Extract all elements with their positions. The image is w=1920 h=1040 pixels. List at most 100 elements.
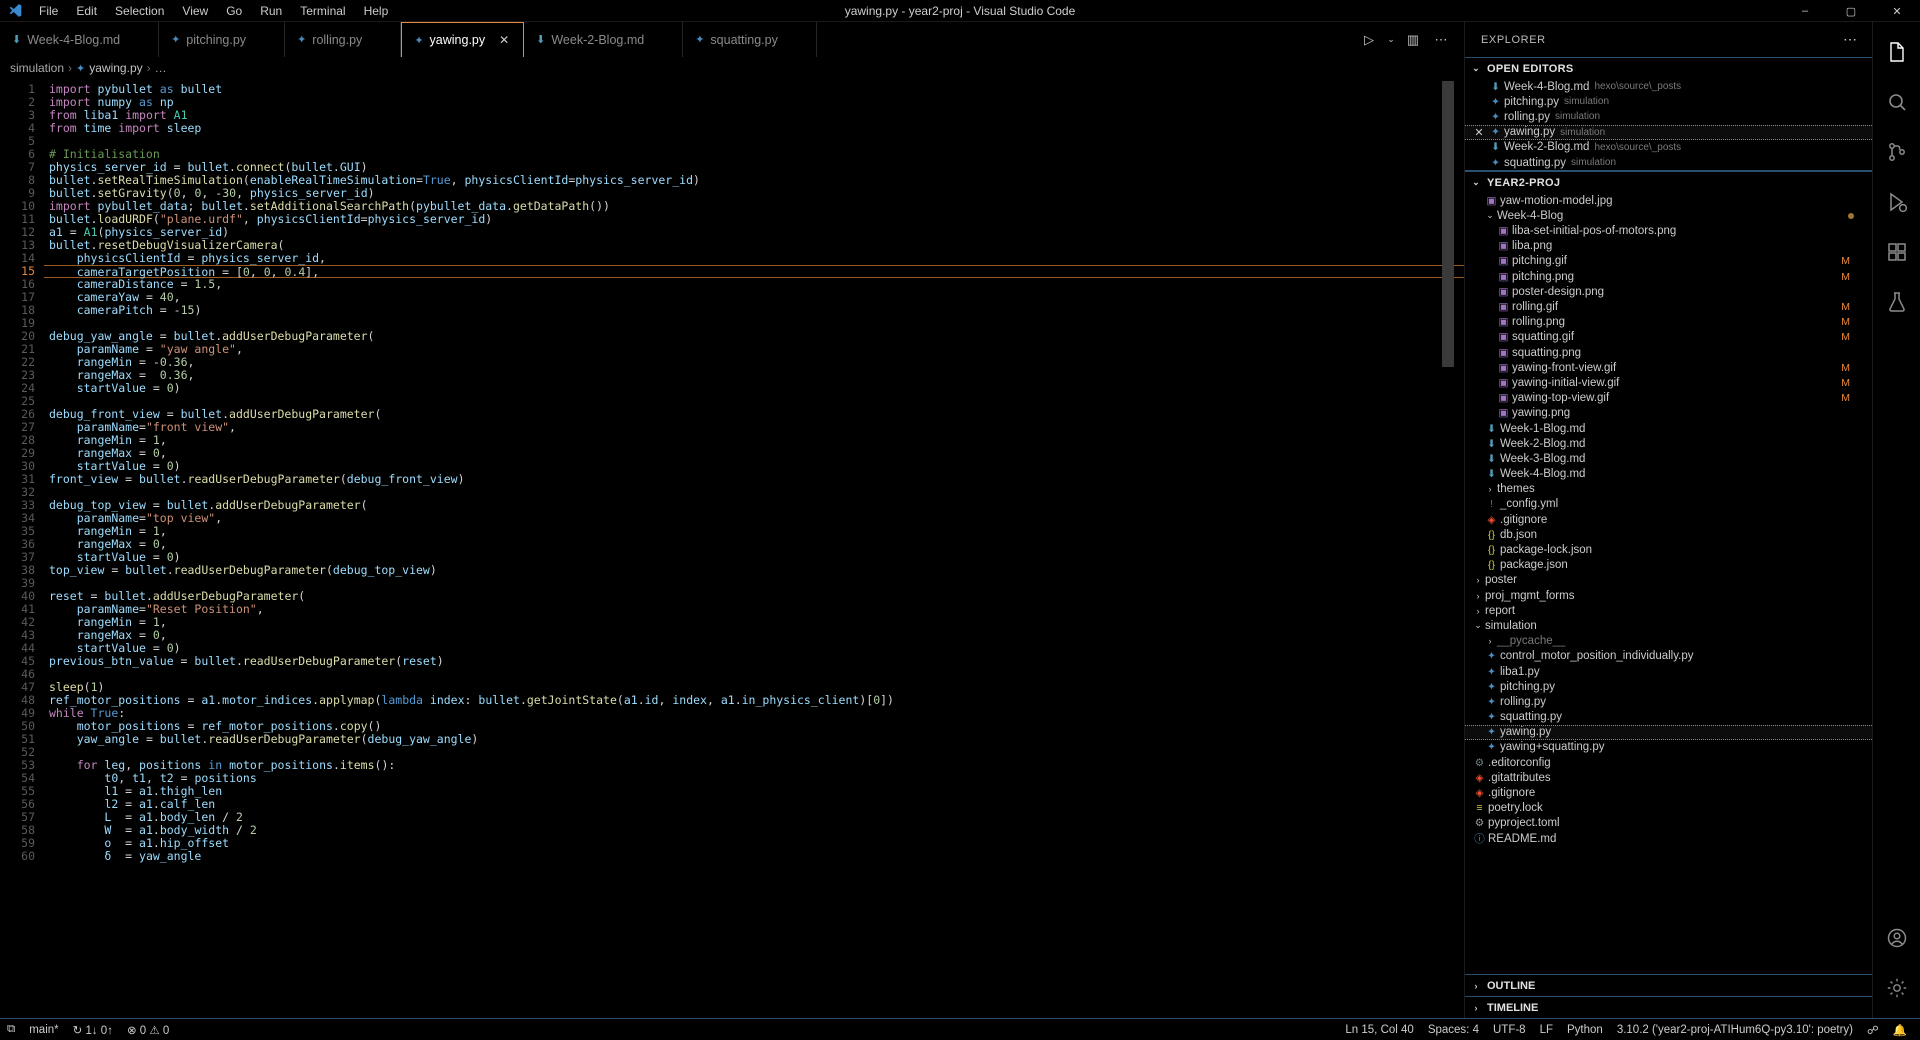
menu-help[interactable]: Help [355, 1, 398, 21]
indentation-setting[interactable]: Spaces: 4 [1421, 1019, 1486, 1040]
tree-file-item[interactable]: ✦ squatting.py [1465, 710, 1872, 725]
code-line[interactable]: bullet.loadURDF("plane.urdf", physicsCli… [44, 213, 1464, 226]
open-editor-item[interactable]: ✦ rolling.py simulation [1465, 109, 1872, 124]
open-editor-item[interactable]: ✕ ✦ yawing.py simulation [1465, 124, 1872, 140]
tree-file-item[interactable]: ✦ liba1.py [1465, 664, 1872, 679]
close-icon[interactable]: ✕ [1471, 126, 1487, 139]
code-content[interactable]: import pybullet as bullet import numpy as… [44, 79, 1464, 1018]
code-line[interactable]: top_view = bullet.readUserDebugParameter… [44, 564, 1464, 577]
file-tree[interactable]: ⌄ YEAR2-PROJ ▣ yaw-motion-model.jpg ⌄ Week-… [1465, 171, 1872, 974]
editor-scrollbar[interactable] [1442, 79, 1454, 1018]
branch-indicator[interactable]: main* [22, 1019, 65, 1040]
encoding-setting[interactable]: UTF-8 [1486, 1019, 1533, 1040]
code-line[interactable] [44, 668, 1464, 681]
tree-file-item[interactable]: ▣ squatting.gif M [1465, 330, 1872, 345]
editor-tab-pitching-py[interactable]: ✦pitching.py✕ [159, 22, 286, 57]
menu-go[interactable]: Go [217, 1, 251, 21]
timeline-section-header[interactable]: › TIMELINE [1465, 996, 1872, 1018]
window-controls[interactable]: – ▢ ✕ [1782, 0, 1920, 22]
menu-edit[interactable]: Edit [67, 1, 106, 21]
code-line[interactable]: cameraTargetPosition = [0, 0, 0.4], [44, 265, 1464, 279]
tree-file-item[interactable]: ▣ pitching.png M [1465, 269, 1872, 284]
code-line[interactable]: cameraYaw = 40, [44, 291, 1464, 304]
code-line[interactable]: rangeMax = 0, [44, 447, 1464, 460]
tree-folder-item[interactable]: › __pycache__ [1465, 634, 1872, 649]
eol-setting[interactable]: LF [1533, 1019, 1560, 1040]
code-line[interactable]: cameraDistance = 1.5, [44, 278, 1464, 291]
code-line[interactable]: δ = yaw_angle [44, 850, 1464, 863]
editor-tab-actions[interactable]: ▷ ⌄ ▥ ⋯ [1356, 22, 1464, 57]
breadcrumb-symbol-ellipsis[interactable]: … [155, 61, 167, 75]
settings-gear-icon[interactable] [1873, 964, 1920, 1012]
run-python-file-button[interactable]: ▷ [1356, 27, 1382, 53]
remote-indicator[interactable]: ⧉ [0, 1019, 22, 1040]
tree-folder-item[interactable]: › poster [1465, 573, 1872, 588]
tree-folder-item[interactable]: ⌄ simulation [1465, 618, 1872, 633]
tree-file-item[interactable]: ▣ rolling.gif M [1465, 299, 1872, 314]
tree-file-item[interactable]: ▣ yawing-top-view.gif M [1465, 391, 1872, 406]
code-line[interactable]: debug_front_view = bullet.addUserDebugPa… [44, 408, 1464, 421]
code-line[interactable]: import numpy as np [44, 96, 1464, 109]
code-line[interactable]: physicsClientId = physics_server_id, [44, 252, 1464, 265]
accounts-icon[interactable] [1873, 914, 1920, 962]
minimize-button[interactable]: – [1782, 0, 1828, 22]
code-line[interactable]: debug_top_view = bullet.addUserDebugPara… [44, 499, 1464, 512]
tree-file-item[interactable]: ✦ yawing+squatting.py [1465, 740, 1872, 755]
menu-selection[interactable]: Selection [106, 1, 173, 21]
tree-file-item[interactable]: ◈ .gitignore [1465, 512, 1872, 527]
tree-file-item[interactable]: ⓘ README.md [1465, 831, 1872, 846]
tree-file-item[interactable]: ▣ liba.png [1465, 239, 1872, 254]
open-editors-list[interactable]: ⬇ Week-4-Blog.md hexo\source\_posts ✦ pitchi… [1465, 79, 1872, 170]
code-line[interactable]: l1 = a1.thigh_len [44, 785, 1464, 798]
code-line[interactable]: import pybullet as bullet [44, 83, 1464, 96]
problems-indicator[interactable]: ⊗ 0 ⚠ 0 [120, 1019, 176, 1040]
cursor-position[interactable]: Ln 15, Col 40 [1338, 1019, 1420, 1040]
menu-run[interactable]: Run [251, 1, 291, 21]
menu-terminal[interactable]: Terminal [291, 1, 354, 21]
open-editor-item[interactable]: ✦ squatting.py simulation [1465, 155, 1872, 170]
open-editor-item[interactable]: ⬇ Week-2-Blog.md hexo\source\_posts [1465, 140, 1872, 155]
testing-flask-icon[interactable] [1873, 278, 1920, 326]
tree-folder-item[interactable]: › report [1465, 603, 1872, 618]
tree-file-item[interactable]: ✦ pitching.py [1465, 679, 1872, 694]
editor-tab-week-4-blog-md[interactable]: ⬇Week-4-Blog.md✕ [0, 22, 160, 57]
code-line[interactable]: rangeMax = 0, [44, 538, 1464, 551]
scrollbar-thumb[interactable] [1442, 81, 1454, 367]
code-line[interactable]: paramName="front view", [44, 421, 1464, 434]
tree-file-item[interactable]: {} db.json [1465, 527, 1872, 542]
code-line[interactable]: o = a1.hip_offset [44, 837, 1464, 850]
code-line[interactable]: cameraPitch = -15) [44, 304, 1464, 317]
tree-folder-item[interactable]: › themes [1465, 482, 1872, 497]
code-line[interactable]: rangeMax = 0.36, [44, 369, 1464, 382]
code-line[interactable] [44, 135, 1464, 148]
editor-tab-squatting-py[interactable]: ✦squatting.py✕ [683, 22, 817, 57]
feedback-icon[interactable]: ☍ [1860, 1019, 1886, 1040]
tree-folder-item[interactable]: › proj_mgmt_forms [1465, 588, 1872, 603]
tree-file-item[interactable]: ⚙ pyproject.toml [1465, 816, 1872, 831]
code-line[interactable]: front_view = bullet.readUserDebugParamet… [44, 473, 1464, 486]
code-line[interactable]: for leg, positions in motor_positions.it… [44, 759, 1464, 772]
project-file-list[interactable]: ▣ yaw-motion-model.jpg ⌄ Week-4-Blog ▣ liba-s… [1465, 193, 1872, 846]
code-line[interactable]: t0, t1, t2 = positions [44, 772, 1464, 785]
code-line[interactable]: rangeMin = 1, [44, 434, 1464, 447]
tree-file-item[interactable]: ▣ pitching.gif M [1465, 254, 1872, 269]
code-line[interactable]: l2 = a1.calf_len [44, 798, 1464, 811]
tree-file-item[interactable]: ✦ yawing.py [1465, 724, 1872, 740]
menu-bar[interactable]: File Edit Selection View Go Run Terminal… [30, 1, 397, 21]
code-editor[interactable]: 1 2 3 4 5 6 7 8 9 10 11 12 13 14 15 16 17 18 19 20 21 22 23 24 2… [0, 79, 1464, 1018]
tree-file-item[interactable]: ▣ yawing.png [1465, 406, 1872, 421]
sync-indicator[interactable]: ↻ 1↓ 0↑ [66, 1019, 120, 1040]
tree-file-item[interactable]: ⬇ Week-1-Blog.md [1465, 421, 1872, 436]
menu-file[interactable]: File [30, 1, 67, 21]
breadcrumb-file[interactable]: yawing.py [89, 61, 142, 75]
code-line[interactable]: from liba1 import A1 [44, 109, 1464, 122]
tree-file-item[interactable]: ▣ rolling.png M [1465, 315, 1872, 330]
code-line[interactable]: rangeMin = 1, [44, 525, 1464, 538]
search-icon[interactable] [1873, 78, 1920, 126]
tree-file-item[interactable]: ▣ yawing-front-view.gif M [1465, 360, 1872, 375]
breadcrumb-folder[interactable]: simulation [10, 61, 64, 75]
code-line[interactable]: rangeMin = 1, [44, 616, 1464, 629]
open-editors-header[interactable]: ⌄ OPEN EDITORS [1465, 57, 1872, 79]
code-line[interactable]: startValue = 0) [44, 382, 1464, 395]
split-editor-right-button[interactable]: ▥ [1400, 27, 1426, 53]
